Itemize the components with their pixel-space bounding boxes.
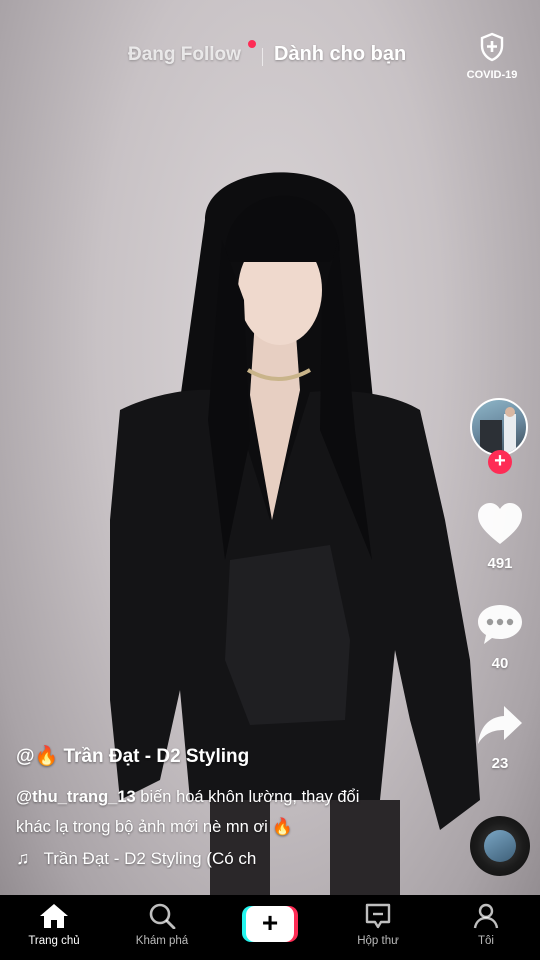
comment-count: 40 (491, 655, 509, 672)
follow-plus-button[interactable]: + (488, 450, 512, 474)
tab-following[interactable]: Đang Follow (128, 44, 241, 66)
bottom-nav: Trang chủ Khám phá + Hộp thư Tôi (0, 895, 540, 960)
home-icon (40, 904, 68, 928)
creator-avatar[interactable] (470, 398, 528, 456)
share-count: 23 (491, 755, 509, 772)
comment-button[interactable]: 40 (468, 602, 532, 672)
like-count: 491 (487, 555, 513, 572)
like-button[interactable]: 491 (468, 502, 532, 572)
share-button[interactable]: 23 (468, 704, 532, 772)
music-note-icon: ♫ (16, 848, 30, 868)
nav-home-label: Trang chủ (28, 935, 80, 947)
shield-icon (480, 32, 504, 62)
description-line2: khác lạ trong bộ ảnh mới nè mn ơi 🔥 (16, 818, 293, 836)
video-description: @thu_trang_13 biến hoá khôn lường, thay … (16, 782, 446, 842)
nav-me[interactable]: Tôi (441, 903, 531, 947)
search-icon (149, 903, 176, 930)
inbox-icon (365, 903, 391, 929)
plus-icon: + (246, 906, 294, 942)
music-disc-cover (484, 830, 516, 862)
comment-icon (478, 605, 522, 644)
nav-me-label: Tôi (478, 935, 494, 947)
heart-icon (478, 503, 522, 544)
covid-label: COVID-19 (466, 69, 518, 81)
music-row[interactable]: ♫ Trần Đạt - D2 Styling (Có ch (16, 848, 446, 869)
nav-home[interactable]: Trang chủ (9, 903, 99, 947)
nav-discover[interactable]: Khám phá (117, 903, 207, 947)
create-button[interactable]: + (242, 906, 298, 942)
mention-link[interactable]: @thu_trang_13 (16, 788, 136, 806)
notification-dot (248, 40, 256, 48)
covid-button[interactable]: COVID-19 (462, 32, 522, 81)
nav-inbox[interactable]: Hộp thư (333, 903, 423, 947)
description-line1: biến hoá khôn lường, thay đổi (135, 788, 360, 806)
video-caption: @🔥 Trần Đạt - D2 Styling @thu_trang_13 b… (16, 744, 446, 869)
author-name[interactable]: @🔥 Trần Đạt - D2 Styling (16, 744, 446, 768)
share-arrow-icon (478, 706, 522, 744)
profile-icon (473, 903, 499, 929)
tab-for-you[interactable]: Dành cho bạn (274, 43, 406, 66)
tab-divider (262, 48, 263, 66)
music-disc[interactable] (470, 816, 530, 876)
top-bar: Đang Follow Dành cho bạn COVID-19 (0, 32, 540, 81)
nav-inbox-label: Hộp thư (357, 935, 399, 947)
video-feed[interactable]: Đang Follow Dành cho bạn COVID-19 + 491 … (0, 0, 540, 960)
nav-discover-label: Khám phá (135, 935, 189, 947)
music-title: Trần Đạt - D2 Styling (Có ch (43, 848, 257, 868)
